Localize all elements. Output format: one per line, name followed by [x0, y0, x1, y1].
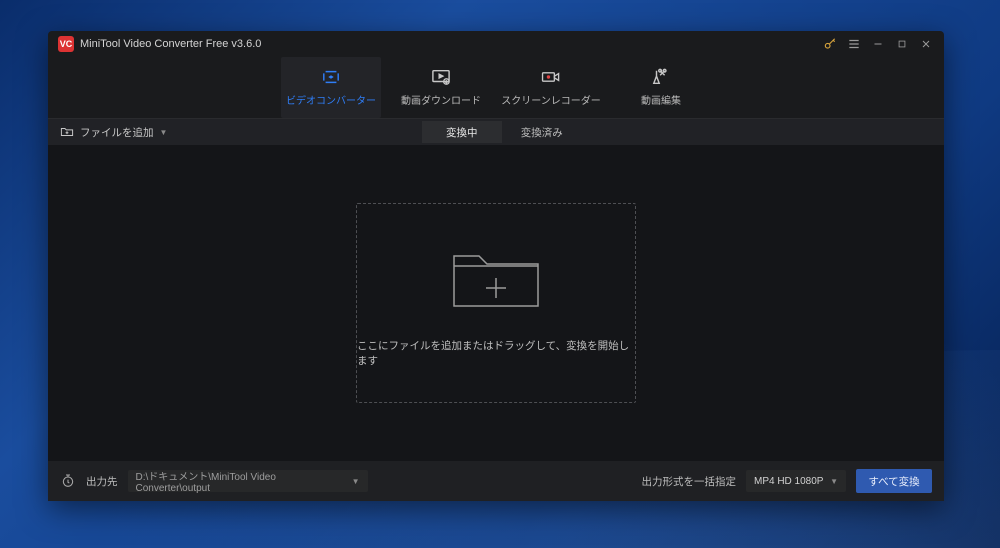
download-icon — [430, 68, 452, 86]
nav-tab-recorder[interactable]: スクリーンレコーダー — [501, 57, 601, 118]
sub-tabs: 変換中 変換済み — [179, 121, 824, 143]
converter-icon — [320, 68, 342, 86]
main-area: ここにファイルを追加またはドラッグして、変換を開始します — [48, 145, 944, 461]
title-bar: VC MiniTool Video Converter Free v3.6.0 — [48, 31, 944, 57]
sub-toolbar: ファイルを追加 ▼ 変換中 変換済み — [48, 119, 944, 145]
add-file-button[interactable]: ファイルを追加 ▼ — [48, 119, 179, 145]
add-file-label: ファイルを追加 — [80, 125, 154, 140]
schedule-icon[interactable] — [60, 473, 76, 489]
output-format-selector[interactable]: MP4 HD 1080P ▼ — [746, 470, 846, 492]
maximize-button[interactable] — [890, 34, 914, 54]
nav-tab-editor[interactable]: 動画編集 — [611, 57, 711, 118]
nav-tab-label: スクリーンレコーダー — [501, 92, 601, 107]
editor-icon — [650, 68, 672, 86]
output-format-value: MP4 HD 1080P — [754, 476, 823, 487]
chevron-down-icon: ▼ — [830, 477, 838, 486]
drop-zone-hint: ここにファイルを追加またはドラッグして、変換を開始します — [357, 338, 635, 368]
output-path-selector[interactable]: D:\ドキュメント\MiniTool Video Converter\outpu… — [128, 470, 368, 492]
nav-tab-label: 動画ダウンロード — [401, 92, 481, 107]
app-title: MiniTool Video Converter Free v3.6.0 — [80, 38, 261, 50]
drop-zone[interactable]: ここにファイルを追加またはドラッグして、変換を開始します — [356, 203, 636, 403]
nav-tab-download[interactable]: 動画ダウンロード — [391, 57, 491, 118]
menu-button[interactable] — [842, 34, 866, 54]
upgrade-key-icon[interactable] — [818, 34, 842, 54]
folder-plus-icon — [60, 126, 74, 138]
nav-tab-converter[interactable]: ビデオコンバーター — [281, 57, 381, 118]
nav-tab-label: 動画編集 — [641, 92, 681, 107]
folder-add-icon — [446, 238, 546, 318]
output-label: 出力先 — [86, 474, 118, 489]
chevron-down-icon: ▼ — [160, 128, 168, 137]
subtab-converted[interactable]: 変換済み — [502, 121, 582, 143]
subtab-label: 変換済み — [521, 125, 563, 140]
app-window: VC MiniTool Video Converter Free v3.6.0 — [48, 31, 944, 501]
footer-bar: 出力先 D:\ドキュメント\MiniTool Video Converter\o… — [48, 461, 944, 501]
subtab-label: 変換中 — [446, 125, 478, 140]
top-nav: ビデオコンバーター 動画ダウンロード スクリーンレコーダー — [48, 57, 944, 119]
output-format-label: 出力形式を一括指定 — [642, 474, 737, 489]
output-path-value: D:\ドキュメント\MiniTool Video Converter\outpu… — [136, 468, 352, 494]
subtab-converting[interactable]: 変換中 — [422, 121, 502, 143]
minimize-button[interactable] — [866, 34, 890, 54]
convert-all-label: すべて変換 — [868, 474, 919, 489]
recorder-icon — [540, 68, 562, 86]
chevron-down-icon: ▼ — [352, 477, 360, 486]
nav-tab-label: ビデオコンバーター — [286, 92, 376, 107]
close-button[interactable] — [914, 34, 938, 54]
app-logo-icon: VC — [58, 36, 74, 52]
convert-all-button[interactable]: すべて変換 — [856, 469, 932, 493]
